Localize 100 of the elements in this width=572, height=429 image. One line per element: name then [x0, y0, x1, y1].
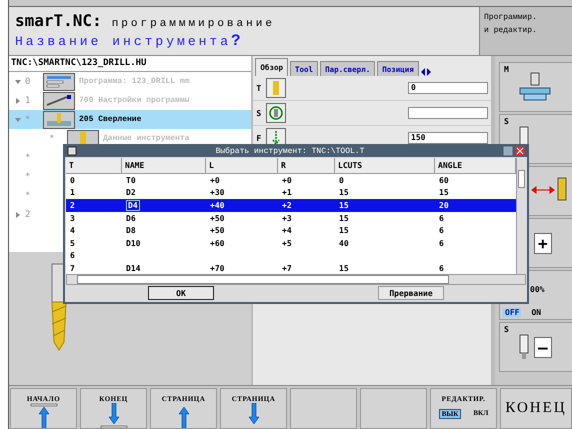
- table-cell: 6: [439, 264, 444, 273]
- table-cell: +70: [210, 264, 224, 273]
- table-cell: +60: [210, 238, 224, 248]
- window-controls-icon[interactable]: [503, 146, 525, 156]
- table-cell: 4: [70, 226, 75, 236]
- table-cell: 15: [339, 200, 349, 210]
- table-cell: 0: [70, 176, 75, 185]
- table-cell: 7: [70, 264, 75, 273]
- side-softkey[interactable]: M: [499, 62, 572, 112]
- on-label: ON: [531, 308, 542, 317]
- field-label: S: [256, 108, 262, 118]
- table-cell: 6: [439, 214, 444, 223]
- table-cell: 15: [339, 214, 349, 223]
- tree-number: *: [49, 134, 56, 144]
- horizontal-scrollbar[interactable]: [66, 274, 526, 285]
- table-cell: +30: [210, 188, 224, 198]
- app-title: smarT.NC:: [15, 11, 102, 30]
- mode-title: программмирование: [112, 18, 275, 30]
- softkey[interactable]: КОНЕЦ: [500, 388, 572, 429]
- table-cell: 60: [439, 176, 449, 185]
- column-header[interactable]: LCUTS: [335, 158, 435, 173]
- collapse-arrow-icon[interactable]: [15, 116, 21, 122]
- tree-number: *: [25, 114, 32, 124]
- table-cell: 5: [70, 238, 75, 248]
- spindle-icon: [266, 103, 286, 123]
- tree-number: 1: [25, 96, 32, 106]
- tree-label[interactable]: 205 Сверление: [79, 115, 142, 124]
- tree-number: 0: [25, 76, 32, 86]
- softkey[interactable]: [360, 388, 427, 429]
- table-cell: +5: [282, 238, 292, 248]
- up-arrow-icon: [28, 403, 58, 428]
- table-cell: D8: [126, 226, 136, 236]
- drilling-cycle-icon: [43, 110, 75, 128]
- table-cell: 15: [339, 226, 349, 236]
- table-cell: 20: [439, 200, 449, 210]
- table-cell: D6: [126, 214, 136, 223]
- table-cell: 15: [339, 264, 349, 273]
- table-cell: 6: [439, 226, 444, 236]
- tree-number: *: [25, 190, 32, 200]
- tree-row-selected[interactable]: * 205 Сверление: [9, 110, 252, 129]
- vertical-scrollbar[interactable]: [516, 158, 526, 274]
- expand-arrow-icon[interactable]: [15, 212, 21, 218]
- table-row[interactable]: 1 D2 +30 +1 15 15: [66, 186, 516, 200]
- table-cell: +1: [282, 188, 292, 198]
- table-cell: 15: [339, 188, 349, 198]
- field-label: F: [256, 134, 262, 142]
- softkey-label: M: [504, 65, 509, 74]
- mode-label: Программир.: [484, 13, 538, 22]
- drill-icon: [266, 78, 286, 98]
- settings-icon: [43, 92, 75, 110]
- table-cell: +4: [282, 226, 292, 236]
- off-label: OFF: [503, 308, 522, 317]
- column-header[interactable]: R: [278, 158, 335, 173]
- table-cell: 6: [70, 251, 75, 260]
- table-cell: +3: [282, 214, 292, 223]
- table-cell: +0: [210, 176, 220, 185]
- column-header[interactable]: L: [206, 158, 278, 173]
- table-cell: D4: [126, 200, 140, 211]
- table-cell: 15: [439, 188, 449, 198]
- table-cell: +50: [210, 214, 224, 223]
- table-cell: +0: [282, 176, 292, 185]
- machine-table-icon: [518, 72, 552, 102]
- tree-number: *: [25, 152, 32, 162]
- collapse-arrow-icon[interactable]: [15, 78, 21, 84]
- softkey-label: КОНЕЦ: [505, 400, 567, 417]
- minus-key[interactable]: —: [534, 336, 552, 358]
- mode-label: и редактир.: [484, 26, 538, 35]
- column-header[interactable]: NAME: [122, 158, 206, 173]
- table-cell: 6: [439, 238, 444, 248]
- plus-key[interactable]: +: [534, 232, 552, 254]
- tree-number: *: [25, 172, 32, 182]
- dialog-title: Выбрать инструмент: TNC:\TOOL.T: [214, 146, 366, 156]
- value-field[interactable]: 0: [408, 82, 488, 94]
- softkey-label: 00%: [530, 285, 544, 294]
- expand-arrow-icon[interactable]: [15, 98, 21, 104]
- column-header[interactable]: T: [66, 158, 122, 173]
- table-cell: +7: [282, 264, 292, 273]
- cancel-button[interactable]: Прервание: [378, 286, 444, 300]
- table-cell: +2: [282, 200, 292, 210]
- down-arrow-icon: [98, 403, 128, 428]
- spindle-icon: [518, 334, 530, 360]
- scroll-arrows-icon[interactable]: [420, 68, 431, 76]
- selected-row[interactable]: 2 D4 +40 +2 15 20: [66, 199, 516, 212]
- value-field[interactable]: [408, 107, 488, 119]
- ok-button[interactable]: OK: [148, 286, 214, 300]
- table-cell: 1: [70, 188, 75, 198]
- table-cell: 3: [70, 214, 75, 223]
- value-field[interactable]: 150: [408, 132, 488, 144]
- table-row[interactable]: 0 T0 +0 +0 0 60: [66, 174, 516, 187]
- table-cell: 40: [339, 238, 349, 248]
- prompt-text: Название инструмента?: [15, 32, 245, 50]
- table-cell: T0: [126, 176, 136, 185]
- softkey-label: S: [504, 117, 509, 126]
- table-cell: D10: [126, 238, 140, 248]
- table-cell: 2: [70, 200, 75, 210]
- table-cell: +40: [210, 200, 224, 210]
- table-cell: D14: [126, 264, 140, 273]
- softkey-label: S: [504, 325, 509, 334]
- side-softkey[interactable]: S —: [499, 322, 572, 372]
- softkey[interactable]: [290, 388, 357, 429]
